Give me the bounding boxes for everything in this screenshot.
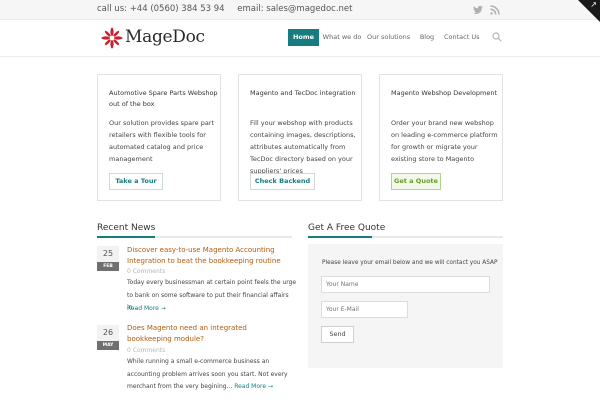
top-bar: call us: +44 (0560) 384 53 94 email: sal… — [0, 0, 600, 22]
contact-info: call us: +44 (0560) 384 53 94 email: sal… — [97, 4, 362, 14]
send-button[interactable]: Send — [321, 326, 354, 343]
card-title: Magento and TecDoc integration — [250, 89, 356, 97]
card-text: Our solution provides spare part retaile… — [109, 119, 215, 163]
card-text: Fill your webshop with products containi… — [250, 119, 356, 175]
search-icon[interactable] — [492, 32, 502, 42]
logo-text[interactable]: MageDoc — [125, 27, 205, 47]
nav-home[interactable]: Home — [288, 29, 319, 46]
feature-card-development: Magento Webshop Development Order your b… — [379, 74, 503, 201]
post-month: MAY — [97, 341, 119, 350]
twitter-icon[interactable] — [472, 4, 484, 16]
expand-icon[interactable]: ↗ — [590, 1, 597, 9]
site-header: MageDoc Home What we do Our solutions Bl… — [0, 21, 600, 57]
post-month: FEB — [97, 262, 119, 271]
post-day: 25 — [97, 246, 119, 262]
nav-contact-us[interactable]: Contact Us — [444, 29, 480, 46]
post-day: 26 — [97, 325, 119, 341]
quote-heading: Get A Free Quote — [308, 223, 386, 233]
nav-what-we-do[interactable]: What we do — [322, 29, 362, 46]
nav-our-solutions[interactable]: Our solutions — [367, 29, 410, 46]
feature-card-tecdoc: Magento and TecDoc integration Fill your… — [238, 74, 362, 201]
post-title[interactable]: Does Magento need an integrated bookkeep… — [127, 323, 292, 345]
post-date: 26 MAY — [97, 325, 119, 350]
get-a-quote-button[interactable]: Get a Quote — [391, 173, 441, 190]
card-text: Order your brand new webshop on leading … — [391, 119, 498, 163]
quote-description: Please leave your email below and we wil… — [322, 260, 498, 266]
read-more-link[interactable]: Read More → — [234, 383, 273, 390]
post-comments[interactable]: 0 Comments — [127, 268, 165, 275]
post-excerpt: While running a small e-commerce busines… — [127, 356, 297, 394]
quote-divider — [308, 236, 503, 238]
post-date: 25 FEB — [97, 246, 119, 271]
quote-form: Please leave your email below and we wil… — [308, 244, 503, 368]
post-comments[interactable]: 0 Comments — [127, 347, 165, 354]
check-backend-button[interactable]: Check Backend — [250, 173, 315, 190]
post-title[interactable]: Discover easy-to-use Magento Accounting … — [127, 245, 292, 267]
email-field[interactable] — [321, 301, 408, 318]
card-title: Magento Webshop Development — [391, 89, 498, 97]
logo-icon[interactable] — [101, 27, 123, 49]
recent-news-heading: Recent News — [97, 223, 156, 233]
take-a-tour-button[interactable]: Take a Tour — [109, 173, 163, 190]
feature-card-webshop: Automotive Spare Parts Webshop out of th… — [97, 74, 221, 201]
rss-icon[interactable] — [489, 4, 501, 16]
nav-blog[interactable]: Blog — [417, 29, 437, 46]
email-text[interactable]: email: sales@magedoc.net — [237, 4, 352, 14]
read-more-link[interactable]: Read More → — [127, 305, 166, 312]
card-title: Automotive Spare Parts Webshop out of th… — [109, 89, 218, 108]
recent-news-divider — [97, 236, 292, 238]
name-field[interactable] — [321, 276, 490, 293]
phone-text: call us: +44 (0560) 384 53 94 — [97, 4, 225, 14]
